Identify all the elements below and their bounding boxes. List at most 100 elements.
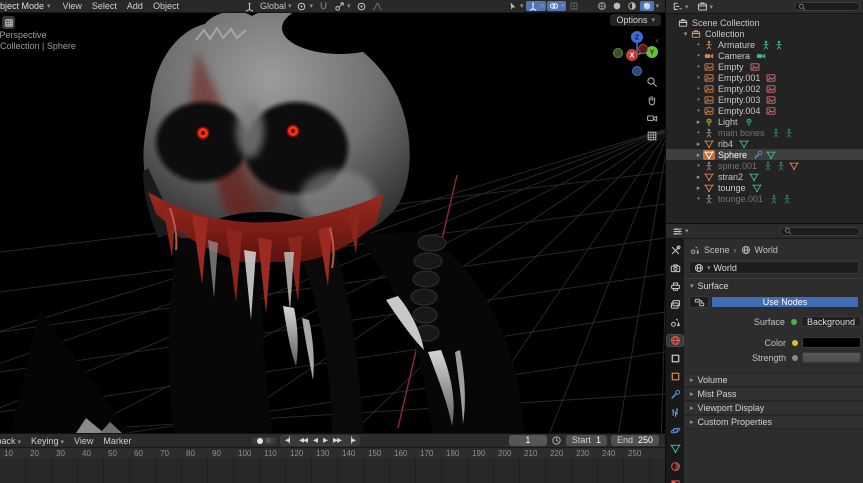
display-mode-dropdown[interactable]: ▾	[695, 1, 716, 12]
proportional-falloff-button[interactable]	[370, 1, 385, 12]
timeline-tracks[interactable]	[0, 458, 665, 483]
shading-material-preview-button[interactable]	[625, 1, 639, 11]
tab-material[interactable]	[667, 461, 683, 472]
stopwatch-icon[interactable]	[551, 435, 562, 446]
menu-add[interactable]: Add	[122, 1, 148, 11]
tab-texture[interactable]	[667, 479, 683, 483]
timeline-ruler[interactable]: 1020304050607080901001101201301401501601…	[0, 448, 665, 458]
disclosure-right-icon[interactable]: ▸	[694, 118, 703, 126]
next-keyframe-button[interactable]: ▶▶	[330, 435, 344, 446]
surface-panel-header[interactable]: ▾ Surface	[684, 278, 863, 292]
jump-to-end-button[interactable]: ▕▶	[344, 435, 358, 446]
tab-particles[interactable]	[667, 407, 683, 418]
start-frame-field[interactable]: Start 1	[566, 435, 607, 446]
panel-mist-pass[interactable]: ▸Mist Pass	[684, 387, 863, 401]
keying-set-icon[interactable]	[266, 438, 271, 443]
tab-object[interactable]	[667, 353, 683, 364]
pan-button[interactable]	[644, 93, 659, 106]
jump-to-start-button[interactable]: ◀▏	[282, 435, 296, 446]
world-datablock-selector[interactable]: ▾ World	[689, 261, 859, 274]
record-icon[interactable]	[257, 438, 263, 444]
tab-tool[interactable]	[667, 245, 683, 256]
tab-object-constraints[interactable]	[667, 371, 683, 382]
viewport-scene-render[interactable]	[0, 0, 665, 433]
disclosure-down-icon[interactable]: ▾	[681, 30, 690, 38]
panel-custom-properties[interactable]: ▸Custom Properties	[684, 415, 863, 429]
outliner-row-main-bones[interactable]: •main bones	[666, 127, 863, 138]
editor-type-dropdown[interactable]: ▾	[670, 226, 691, 237]
timeline-menu-marker[interactable]: Marker	[98, 436, 136, 446]
breadcrumb-scene[interactable]: Scene	[704, 245, 730, 255]
snap-toggle-button[interactable]	[316, 1, 331, 12]
outliner-row-light[interactable]: ▸Light	[666, 116, 863, 127]
outliner-row-rib4[interactable]: ▸rib4	[666, 138, 863, 149]
outliner-row-sphere[interactable]: ▸Sphere	[666, 149, 863, 160]
outliner-row-spine-001[interactable]: •spine.001	[666, 160, 863, 171]
active-tool-button[interactable]	[2, 16, 15, 29]
transform-orientation-icon[interactable]	[242, 1, 257, 12]
menu-view[interactable]: View	[58, 1, 87, 11]
outliner-row-empty-001[interactable]: •Empty.001	[666, 72, 863, 83]
outliner-row-empty[interactable]: •Empty	[666, 61, 863, 72]
outliner-row-camera[interactable]: •Camera	[666, 50, 863, 61]
toggle-perspective-button[interactable]	[644, 129, 659, 142]
tab-output[interactable]	[667, 281, 683, 292]
play-reverse-button[interactable]: ◀	[310, 435, 320, 446]
sidebar-collapse-arrow[interactable]: ‹	[656, 36, 659, 45]
properties-search-input[interactable]	[780, 227, 860, 236]
outliner-row-empty-004[interactable]: •Empty.004	[666, 105, 863, 116]
tab-modifiers[interactable]	[667, 389, 683, 400]
panel-viewport-display[interactable]: ▸Viewport Display	[684, 401, 863, 415]
visibility-toggle[interactable]: ▾	[506, 1, 526, 11]
xray-toggle[interactable]	[567, 1, 581, 11]
surface-value-field[interactable]: Background	[801, 316, 861, 327]
pivot-point-button[interactable]: ▾	[294, 1, 315, 12]
camera-view-button[interactable]	[644, 111, 659, 124]
mode-dropdown[interactable]: Object Mode ▾	[0, 1, 56, 11]
strength-slider[interactable]	[802, 352, 861, 363]
snap-target-button[interactable]: ▾	[332, 1, 353, 12]
timeline-menu-view[interactable]: View	[69, 436, 98, 446]
editor-type-dropdown[interactable]: ▾	[670, 1, 691, 12]
outliner-row-empty-002[interactable]: •Empty.002	[666, 83, 863, 94]
use-nodes-button[interactable]: Use Nodes	[711, 296, 859, 308]
outliner-row-scene-collection[interactable]: Scene Collection	[666, 17, 863, 28]
outliner-row-tounge-001[interactable]: •tounge.001	[666, 193, 863, 204]
shading-rendered-button[interactable]	[640, 1, 654, 11]
tab-world[interactable]	[667, 335, 683, 346]
orientation-dropdown[interactable]: Global ▾	[258, 1, 294, 11]
color-swatch[interactable]	[802, 337, 861, 348]
tab-physics[interactable]	[667, 425, 683, 436]
outliner-row-armature[interactable]: •Armature	[666, 39, 863, 50]
timeline-menu-keying[interactable]: Keying ▾	[26, 436, 69, 446]
disclosure-right-icon[interactable]: ▸	[694, 140, 703, 148]
breadcrumb-world[interactable]: World	[755, 245, 778, 255]
current-frame-field[interactable]: 1	[509, 435, 547, 446]
timeline-menu-playback[interactable]: Playback ▾	[0, 436, 26, 446]
viewport-3d[interactable]: Object Mode ▾ ViewSelectAddObject Global…	[0, 0, 665, 433]
shading-solid-button[interactable]	[610, 1, 624, 11]
disclosure-right-icon[interactable]: ▸	[694, 184, 703, 192]
shading-wireframe-button[interactable]	[595, 1, 609, 11]
outliner-row-empty-003[interactable]: •Empty.003	[666, 94, 863, 105]
previous-keyframe-button[interactable]: ◀◀	[296, 435, 310, 446]
disclosure-right-icon[interactable]: ▸	[694, 151, 703, 159]
play-button[interactable]: ▶	[320, 435, 330, 446]
navigation-gizmo[interactable]: Z Y X	[604, 24, 665, 80]
zoom-button[interactable]	[644, 75, 659, 88]
outliner-row-collection[interactable]: ▾Collection	[666, 28, 863, 39]
outliner-search-input[interactable]	[794, 2, 860, 11]
panel-volume[interactable]: ▸Volume	[684, 373, 863, 387]
menu-select[interactable]: Select	[87, 1, 122, 11]
menu-object[interactable]: Object	[148, 1, 184, 11]
tab-view-layer[interactable]	[667, 299, 683, 310]
tab-scene[interactable]	[667, 317, 683, 328]
tab-render[interactable]	[667, 263, 683, 274]
gizmos-toggle[interactable]: ▾	[526, 1, 546, 11]
overlays-toggle[interactable]: ▾	[547, 1, 567, 11]
outliner-row-tounge[interactable]: ▸tounge	[666, 182, 863, 193]
disclosure-right-icon[interactable]: ▸	[694, 173, 703, 181]
outliner-row-stran2[interactable]: ▸stran2	[666, 171, 863, 182]
tab-object-data[interactable]	[667, 443, 683, 454]
proportional-editing-button[interactable]	[354, 1, 369, 12]
